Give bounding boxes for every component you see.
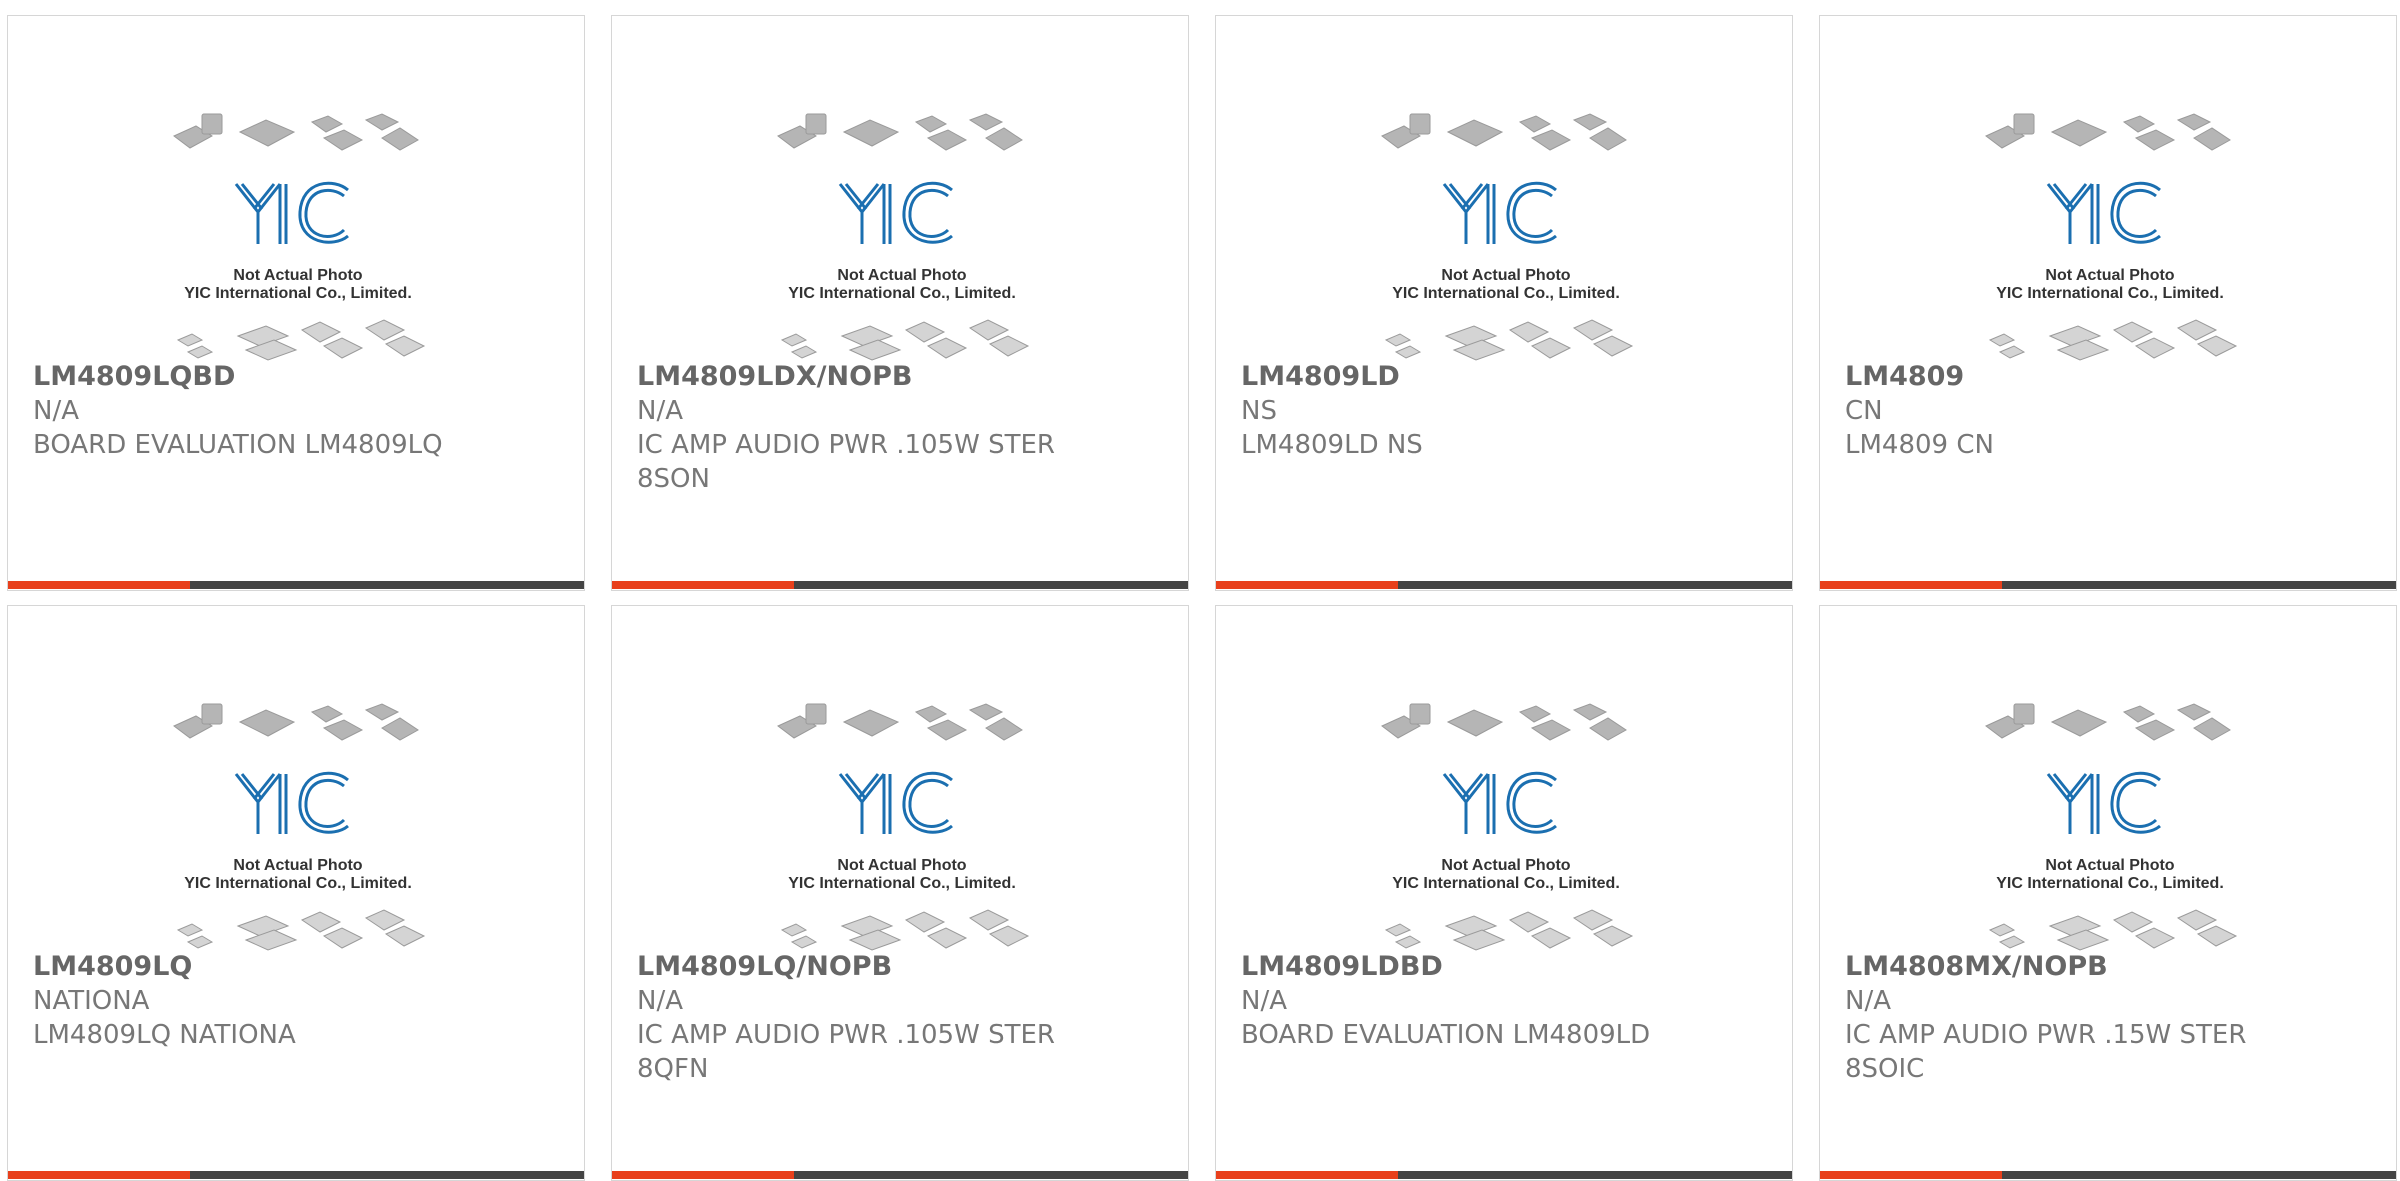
card-accent-bar [8,581,190,589]
description: BOARD EVALUATION LM4809LQ [33,430,443,460]
placeholder-caption-line1: Not Actual Photo [837,267,966,284]
product-info: LM4809LDBD N/A BOARD EVALUATION LM4809LD [1241,950,1761,1052]
card-accent-bar [1820,1171,2002,1179]
card-bottom-bar [612,1171,1188,1179]
product-info: LM4809LQBD N/A BOARD EVALUATION LM4809LQ [33,360,553,462]
card-accent-bar [1820,581,2002,589]
manufacturer: NS [1241,396,1277,426]
product-image[interactable]: Not Actual Photo YIC International Co., … [1356,684,1656,952]
description: IC AMP AUDIO PWR .105W STER 8SON [637,430,1055,494]
yic-logo-icon: Not Actual Photo YIC International Co., … [173,703,426,951]
part-number-link[interactable]: LM4809LQBD [33,360,553,394]
placeholder-caption-line1: Not Actual Photo [1441,267,1570,284]
product-grid: Not Actual Photo YIC International Co., … [0,0,2400,1181]
product-image[interactable]: Not Actual Photo YIC International Co., … [752,684,1052,952]
card-bottom-bar [1216,1171,1792,1179]
description: LM4809LQ NATIONA [33,1020,296,1050]
product-info: LM4809LQ NATIONA LM4809LQ NATIONA [33,950,553,1052]
card-accent-bar [612,1171,794,1179]
placeholder-caption-line2: YIC International Co., Limited. [1392,875,1620,892]
product-card[interactable]: Not Actual Photo YIC International Co., … [7,15,585,591]
manufacturer: CN [1845,396,1883,426]
product-info: LM4809LQ/NOPB N/A IC AMP AUDIO PWR .105W… [637,950,1157,1086]
product-info: LM4809LD NS LM4809LD NS [1241,360,1761,462]
placeholder-caption-line2: YIC International Co., Limited. [1996,285,2224,302]
yic-logo-icon: Not Actual Photo YIC International Co., … [173,113,426,361]
placeholder-caption-line2: YIC International Co., Limited. [788,875,1016,892]
yic-logo-icon: Not Actual Photo YIC International Co., … [777,113,1030,361]
description: LM4809LD NS [1241,430,1423,460]
placeholder-caption-line1: Not Actual Photo [233,857,362,874]
product-image[interactable]: Not Actual Photo YIC International Co., … [148,94,448,362]
product-info: LM4809LDX/NOPB N/A IC AMP AUDIO PWR .105… [637,360,1157,496]
placeholder-caption-line1: Not Actual Photo [2045,267,2174,284]
product-card[interactable]: Not Actual Photo YIC International Co., … [1819,15,2397,591]
manufacturer: N/A [637,986,683,1016]
product-image[interactable]: Not Actual Photo YIC International Co., … [148,684,448,952]
card-bottom-bar [1820,1171,2396,1179]
product-card[interactable]: Not Actual Photo YIC International Co., … [1215,15,1793,591]
product-image[interactable]: Not Actual Photo YIC International Co., … [752,94,1052,362]
yic-logo-icon: Not Actual Photo YIC International Co., … [1985,703,2238,951]
description: LM4809 CN [1845,430,1994,460]
placeholder-caption-line1: Not Actual Photo [837,857,966,874]
product-info: LM4808MX/NOPB N/A IC AMP AUDIO PWR .15W … [1845,950,2365,1086]
card-bottom-bar [8,581,584,589]
product-card[interactable]: Not Actual Photo YIC International Co., … [611,15,1189,591]
placeholder-caption-line2: YIC International Co., Limited. [788,285,1016,302]
product-image[interactable]: Not Actual Photo YIC International Co., … [1960,684,2260,952]
description: IC AMP AUDIO PWR .15W STER 8SOIC [1845,1020,2247,1084]
yic-logo-icon: Not Actual Photo YIC International Co., … [1985,113,2238,361]
description: BOARD EVALUATION LM4809LD [1241,1020,1651,1050]
part-number-link[interactable]: LM4809LQ/NOPB [637,950,1157,984]
yic-logo-icon: Not Actual Photo YIC International Co., … [1381,703,1634,951]
product-image[interactable]: Not Actual Photo YIC International Co., … [1356,94,1656,362]
product-info: LM4809 CN LM4809 CN [1845,360,2365,462]
card-accent-bar [8,1171,190,1179]
card-accent-bar [1216,581,1398,589]
card-bottom-bar [8,1171,584,1179]
manufacturer: NATIONA [33,986,150,1016]
part-number-link[interactable]: LM4809LDX/NOPB [637,360,1157,394]
manufacturer: N/A [1241,986,1287,1016]
product-card[interactable]: Not Actual Photo YIC International Co., … [7,605,585,1181]
manufacturer: N/A [33,396,79,426]
yic-logo-icon: Not Actual Photo YIC International Co., … [1381,113,1634,361]
placeholder-caption-line2: YIC International Co., Limited. [1392,285,1620,302]
card-bottom-bar [1820,581,2396,589]
product-card[interactable]: Not Actual Photo YIC International Co., … [1819,605,2397,1181]
part-number-link[interactable]: LM4809 [1845,360,2365,394]
product-card[interactable]: Not Actual Photo YIC International Co., … [1215,605,1793,1181]
placeholder-caption-line1: Not Actual Photo [233,267,362,284]
placeholder-caption-line1: Not Actual Photo [2045,857,2174,874]
manufacturer: N/A [1845,986,1891,1016]
placeholder-caption-line1: Not Actual Photo [1441,857,1570,874]
placeholder-caption-line2: YIC International Co., Limited. [1996,875,2224,892]
part-number-link[interactable]: LM4809LQ [33,950,553,984]
card-accent-bar [1216,1171,1398,1179]
description: IC AMP AUDIO PWR .105W STER 8QFN [637,1020,1055,1084]
part-number-link[interactable]: LM4809LDBD [1241,950,1761,984]
card-bottom-bar [612,581,1188,589]
part-number-link[interactable]: LM4808MX/NOPB [1845,950,2365,984]
part-number-link[interactable]: LM4809LD [1241,360,1761,394]
manufacturer: N/A [637,396,683,426]
product-card[interactable]: Not Actual Photo YIC International Co., … [611,605,1189,1181]
yic-logo-icon: Not Actual Photo YIC International Co., … [777,703,1030,951]
placeholder-caption-line2: YIC International Co., Limited. [184,285,412,302]
card-bottom-bar [1216,581,1792,589]
card-accent-bar [612,581,794,589]
product-image[interactable]: Not Actual Photo YIC International Co., … [1960,94,2260,362]
placeholder-caption-line2: YIC International Co., Limited. [184,875,412,892]
